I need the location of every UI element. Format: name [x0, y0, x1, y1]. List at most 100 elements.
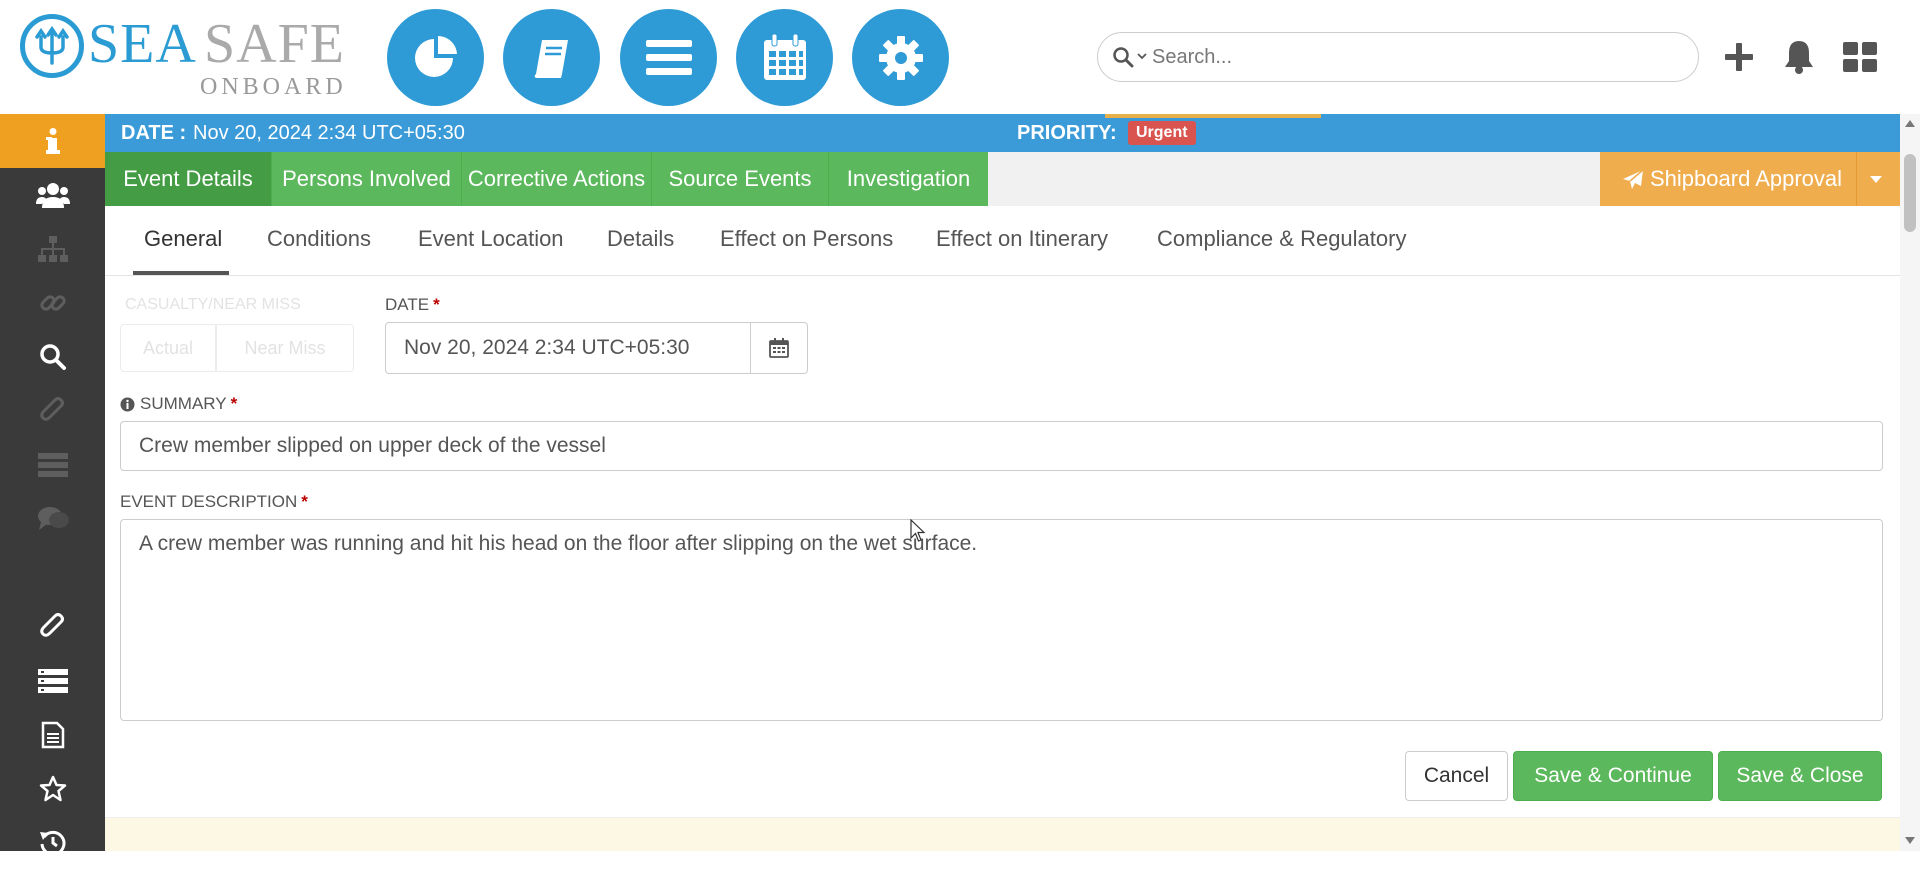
- scroll-up-arrow-icon[interactable]: [1905, 120, 1915, 127]
- required-marker: *: [433, 295, 440, 314]
- sidebar-item-organization[interactable]: [0, 222, 105, 276]
- caret-down-icon[interactable]: [1870, 176, 1882, 183]
- logo-text-onboard: ONBOARD: [200, 74, 347, 100]
- tab-corrective-actions[interactable]: Corrective Actions: [462, 152, 652, 206]
- scroll-down-arrow-icon[interactable]: [1905, 837, 1915, 844]
- paperclip-icon: [39, 613, 64, 637]
- scrollbar-thumb[interactable]: [1904, 154, 1916, 232]
- review-notice-strip: [105, 817, 1900, 851]
- subtab-general[interactable]: General: [144, 226, 222, 252]
- comments-icon: [37, 507, 69, 530]
- star-icon: [39, 775, 66, 802]
- dashboard-button[interactable]: [387, 9, 484, 106]
- sidebar-item-attachments[interactable]: [0, 600, 105, 654]
- pie-chart-icon: [414, 35, 457, 77]
- sidebar-item-history[interactable]: [0, 816, 105, 870]
- sidebar-item-records[interactable]: [0, 654, 105, 708]
- add-button[interactable]: [1720, 38, 1758, 76]
- ghost-casualty-label: CASUALTY/NEAR MISS: [125, 296, 301, 313]
- search-box[interactable]: [1097, 32, 1699, 82]
- date-field-label: DATE *: [385, 295, 440, 315]
- subtab-effect-on-itinerary[interactable]: Effect on Itinerary: [936, 226, 1108, 252]
- sidebar-item-records-disabled[interactable]: [0, 438, 105, 492]
- paperclip-icon: [39, 397, 64, 421]
- summary-input[interactable]: Crew member slipped on upper deck of the…: [120, 421, 1883, 471]
- list-icon: [37, 453, 68, 477]
- date-label-text: DATE: [385, 295, 430, 314]
- menu-icon: [645, 39, 692, 75]
- subtab-effect-on-persons[interactable]: Effect on Persons: [720, 226, 893, 252]
- ghost-actual-button: Actual: [120, 324, 216, 372]
- apps-grid-button[interactable]: [1841, 38, 1879, 76]
- subtab-compliance-regulatory[interactable]: Compliance & Regulatory: [1157, 226, 1406, 252]
- description-label-text: EVENT DESCRIPTION: [120, 492, 298, 511]
- date-picker-button[interactable]: [750, 322, 808, 374]
- page-scrollbar[interactable]: [1900, 114, 1920, 851]
- sitemap-icon: [37, 236, 68, 262]
- main-content: DATE : Nov 20, 2024 2:34 UTC+05:30 PRIOR…: [105, 114, 1900, 851]
- sidebar-item-attachments-disabled[interactable]: [0, 384, 105, 438]
- menu-button[interactable]: [620, 9, 717, 106]
- split-divider: [1856, 152, 1857, 206]
- sidebar-item-persons[interactable]: [0, 168, 105, 222]
- description-field-label: EVENT DESCRIPTION *: [120, 492, 308, 512]
- cancel-button[interactable]: Cancel: [1405, 751, 1508, 801]
- main-tab-bar: Event Details Persons Involved Correctiv…: [105, 152, 1900, 206]
- tab-persons-involved[interactable]: Persons Involved: [272, 152, 462, 206]
- tab-investigation[interactable]: Investigation: [829, 152, 988, 206]
- book-icon: [534, 39, 568, 78]
- seasafe-logo[interactable]: SEA SAFE ONBOARD: [20, 10, 350, 100]
- summary-label-text: SUMMARY: [140, 394, 227, 413]
- settings-button[interactable]: [852, 9, 949, 106]
- tab-source-events[interactable]: Source Events: [652, 152, 829, 206]
- summary-field-label: SUMMARY *: [120, 394, 237, 414]
- manuals-button[interactable]: [503, 9, 600, 106]
- calendar-icon: [769, 338, 789, 358]
- subtab-event-location[interactable]: Event Location: [418, 226, 564, 252]
- list-icon: [37, 669, 68, 693]
- required-marker: *: [230, 394, 238, 413]
- search-icon: [39, 344, 66, 370]
- link-icon: [39, 295, 66, 311]
- sidebar-item-search[interactable]: [0, 330, 105, 384]
- paper-plane-icon: [1623, 169, 1644, 189]
- logo-text-safe: SAFE: [204, 13, 345, 75]
- notifications-button[interactable]: [1780, 38, 1818, 76]
- active-subtab-indicator: [133, 271, 229, 275]
- plus-icon: [1725, 43, 1753, 71]
- sidebar-item-comments[interactable]: [0, 492, 105, 546]
- search-input[interactable]: [1152, 41, 1682, 73]
- subtab-conditions[interactable]: Conditions: [267, 226, 371, 252]
- chevron-down-icon[interactable]: [1136, 50, 1148, 62]
- info-circle-icon[interactable]: [120, 397, 135, 412]
- event-banner: DATE : Nov 20, 2024 2:34 UTC+05:30 PRIOR…: [105, 114, 1900, 152]
- shipboard-approval-button[interactable]: Shipboard Approval: [1600, 152, 1900, 206]
- trident-logo-icon: [20, 14, 84, 78]
- sidebar-item-documents[interactable]: [0, 708, 105, 762]
- calendar-icon: [763, 33, 806, 80]
- banner-date-label: DATE :: [121, 122, 187, 144]
- banner-accent: [1105, 114, 1321, 118]
- logo-text-sea: SEA: [88, 13, 197, 75]
- left-sidebar: [0, 114, 105, 856]
- bell-icon: [1785, 41, 1813, 74]
- save-close-button[interactable]: Save & Close: [1718, 751, 1882, 801]
- calendar-button[interactable]: [736, 9, 833, 106]
- ghost-near-miss-button: Near Miss: [216, 324, 354, 372]
- priority-badge: Urgent: [1128, 121, 1196, 145]
- required-marker: *: [301, 492, 308, 511]
- subtab-details[interactable]: Details: [607, 226, 674, 252]
- document-icon: [41, 721, 64, 749]
- sidebar-item-favorites[interactable]: [0, 762, 105, 816]
- shipboard-approval-label: Shipboard Approval: [1650, 166, 1843, 191]
- users-icon: [35, 183, 70, 208]
- tab-event-details[interactable]: Event Details: [105, 152, 272, 206]
- sub-tab-bar: General Conditions Event Location Detail…: [105, 206, 1900, 276]
- sidebar-item-links[interactable]: [0, 276, 105, 330]
- event-description-textarea[interactable]: A crew member was running and hit his he…: [120, 519, 1883, 721]
- date-input[interactable]: Nov 20, 2024 2:34 UTC+05:30: [385, 322, 751, 374]
- banner-priority-label: PRIORITY:: [1017, 122, 1117, 144]
- search-icon: [1113, 47, 1134, 68]
- sidebar-item-info[interactable]: [0, 114, 105, 168]
- save-continue-button[interactable]: Save & Continue: [1513, 751, 1713, 801]
